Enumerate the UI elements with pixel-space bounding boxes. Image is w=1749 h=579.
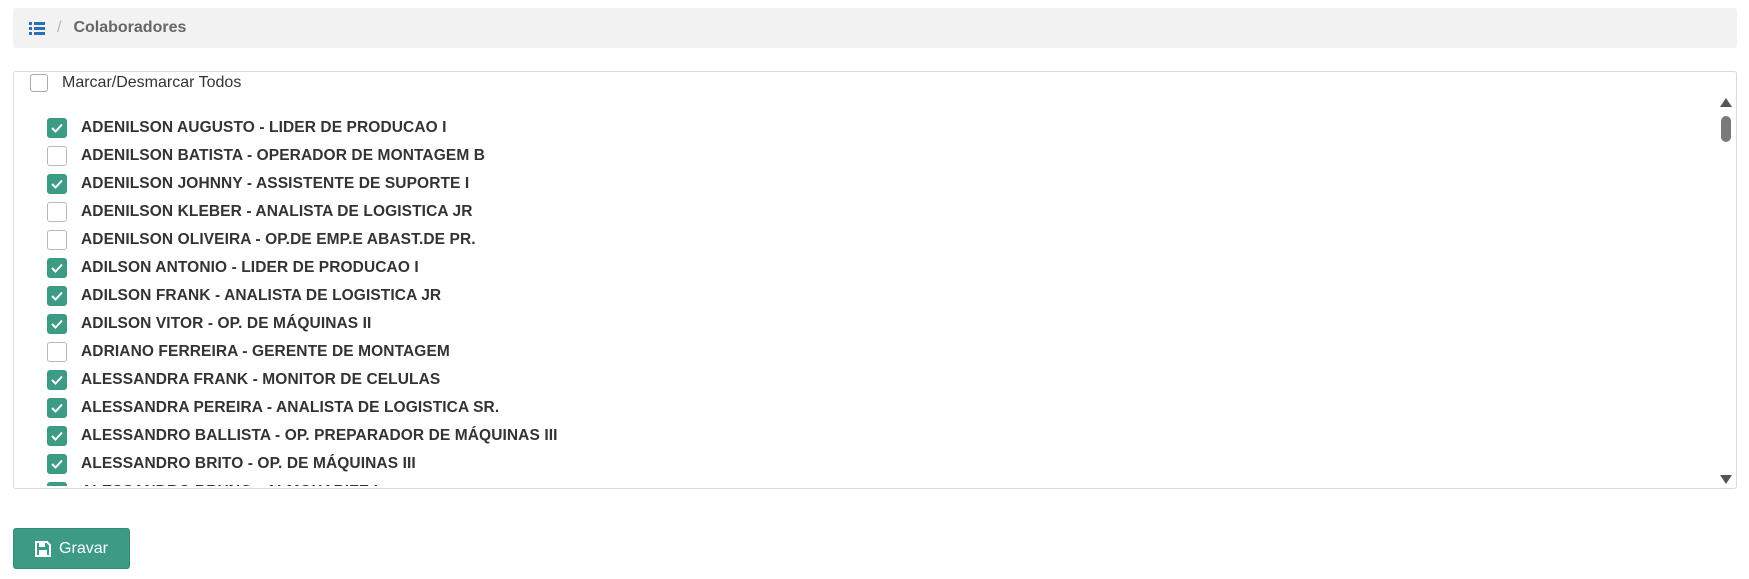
- checkmark-icon: [51, 179, 63, 189]
- breadcrumb: / Colaboradores: [13, 8, 1737, 48]
- collaborator-checkbox[interactable]: [47, 482, 67, 486]
- collaborator-item[interactable]: ADILSON VITOR - OP. DE MÁQUINAS II: [47, 310, 1692, 338]
- save-icon: [35, 540, 52, 557]
- collaborator-item[interactable]: ADRIANO FERREIRA - GERENTE DE MONTAGEM: [47, 338, 1692, 366]
- scroll-up-arrow-icon[interactable]: [1720, 98, 1732, 107]
- breadcrumb-current: Colaboradores: [73, 19, 187, 36]
- collaborator-checkbox[interactable]: [47, 398, 67, 418]
- collaborator-checkbox[interactable]: [47, 286, 67, 306]
- checkmark-icon: [51, 375, 63, 385]
- collaborator-label: ADRIANO FERREIRA - GERENTE DE MONTAGEM: [81, 343, 450, 360]
- collaborator-checkbox[interactable]: [47, 118, 67, 138]
- collaborator-item[interactable]: ALESSANDRO BALLISTA - OP. PREPARADOR DE …: [47, 422, 1692, 450]
- checkmark-icon: [51, 431, 63, 441]
- checkmark-icon: [51, 123, 63, 133]
- collaborator-item[interactable]: ADENILSON BATISTA - OPERADOR DE MONTAGEM…: [47, 142, 1692, 170]
- select-all-label: Marcar/Desmarcar Todos: [62, 74, 242, 91]
- collaborator-item[interactable]: ADILSON ANTONIO - LIDER DE PRODUCAO I: [47, 254, 1692, 282]
- collaborator-checkbox[interactable]: [47, 258, 67, 278]
- collaborator-item[interactable]: ADENILSON JOHNNY - ASSISTENTE DE SUPORTE…: [47, 170, 1692, 198]
- scrollbar[interactable]: [1719, 96, 1733, 486]
- save-button-label: Gravar: [59, 539, 108, 557]
- scrollbar-thumb[interactable]: [1721, 116, 1731, 142]
- checkmark-icon: [51, 403, 63, 413]
- collaborator-item[interactable]: ALESSANDRO BRITO - OP. DE MÁQUINAS III: [47, 450, 1692, 478]
- checkmark-icon: [51, 319, 63, 329]
- collaborator-item[interactable]: ADENILSON OLIVEIRA - OP.DE EMP.E ABAST.D…: [47, 226, 1692, 254]
- collaborator-label: ADENILSON BATISTA - OPERADOR DE MONTAGEM…: [81, 147, 486, 164]
- collaborator-item[interactable]: ALESSANDRA PEREIRA - ANALISTA DE LOGISTI…: [47, 394, 1692, 422]
- collaborator-checkbox[interactable]: [47, 454, 67, 474]
- collaborator-label: ALESSANDRA PEREIRA - ANALISTA DE LOGISTI…: [81, 399, 500, 416]
- breadcrumb-separator: /: [57, 19, 62, 36]
- collaborator-checkbox[interactable]: [47, 146, 67, 166]
- collaborator-label: ADENILSON AUGUSTO - LIDER DE PRODUCAO I: [81, 119, 447, 136]
- save-button[interactable]: Gravar: [13, 528, 130, 569]
- collaborator-checkbox[interactable]: [47, 426, 67, 446]
- select-all-toggle[interactable]: Marcar/Desmarcar Todos: [30, 74, 241, 92]
- collaborator-checkbox[interactable]: [47, 230, 67, 250]
- collaborator-checkbox[interactable]: [47, 202, 67, 222]
- collaborator-item[interactable]: ALESSANDRA FRANK - MONITOR DE CELULAS: [47, 366, 1692, 394]
- collaborator-checkbox[interactable]: [47, 174, 67, 194]
- list-icon[interactable]: [29, 20, 47, 36]
- collaborator-item[interactable]: ADILSON FRANK - ANALISTA DE LOGISTICA JR: [47, 282, 1692, 310]
- collaborator-checkbox[interactable]: [47, 342, 67, 362]
- collaborator-label: ADILSON VITOR - OP. DE MÁQUINAS II: [81, 315, 372, 332]
- collaborator-label: ADILSON ANTONIO - LIDER DE PRODUCAO I: [81, 259, 419, 276]
- checkmark-icon: [51, 459, 63, 469]
- collaborator-label: ALESSANDRO BRUNO - ALMOXARIFE I: [81, 483, 378, 486]
- collaborator-item[interactable]: ALESSANDRO BRUNO - ALMOXARIFE I: [47, 478, 1692, 486]
- collaborator-item[interactable]: ADENILSON AUGUSTO - LIDER DE PRODUCAO I: [47, 114, 1692, 142]
- scroll-down-arrow-icon[interactable]: [1720, 475, 1732, 484]
- collaborator-item[interactable]: ADENILSON KLEBER - ANALISTA DE LOGISTICA…: [47, 198, 1692, 226]
- collaborators-panel: Marcar/Desmarcar Todos ADENILSON AUGUSTO…: [13, 71, 1737, 489]
- collaborator-checkbox[interactable]: [47, 314, 67, 334]
- collaborator-checkbox[interactable]: [47, 370, 67, 390]
- collaborator-label: ALESSANDRO BALLISTA - OP. PREPARADOR DE …: [81, 427, 558, 444]
- collaborator-label: ADENILSON OLIVEIRA - OP.DE EMP.E ABAST.D…: [81, 231, 476, 248]
- checkmark-icon: [51, 291, 63, 301]
- collaborator-label: ALESSANDRA FRANK - MONITOR DE CELULAS: [81, 371, 441, 388]
- collaborators-list[interactable]: ADENILSON AUGUSTO - LIDER DE PRODUCAO I A…: [47, 110, 1692, 486]
- select-all-checkbox[interactable]: [30, 74, 48, 92]
- collaborator-label: ALESSANDRO BRITO - OP. DE MÁQUINAS III: [81, 455, 416, 472]
- collaborator-label: ADILSON FRANK - ANALISTA DE LOGISTICA JR: [81, 287, 442, 304]
- collaborator-label: ADENILSON KLEBER - ANALISTA DE LOGISTICA…: [81, 203, 473, 220]
- checkmark-icon: [51, 263, 63, 273]
- collaborator-label: ADENILSON JOHNNY - ASSISTENTE DE SUPORTE…: [81, 175, 470, 192]
